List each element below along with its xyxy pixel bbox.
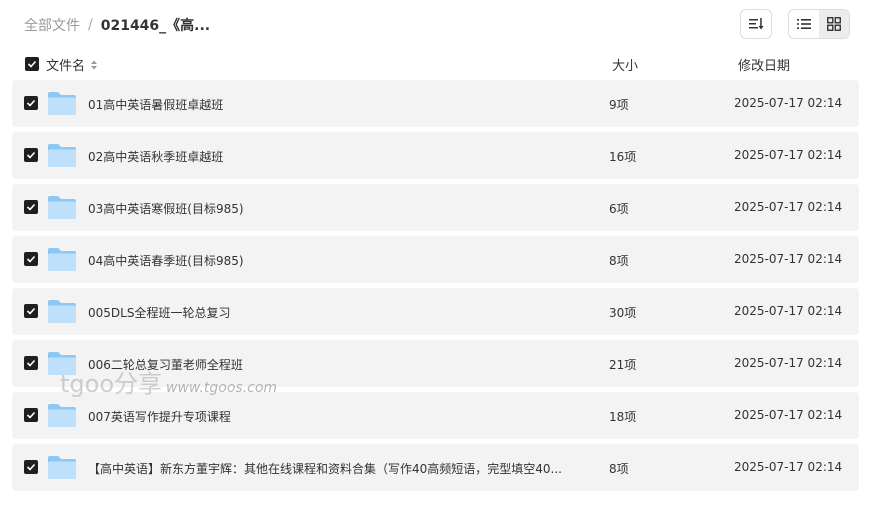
breadcrumb: 全部文件 / 021446_《高... (24, 15, 210, 35)
check-icon (27, 60, 37, 68)
file-row[interactable]: 04高中英语春季班(目标985) 8项 2025-07-17 02:14 (12, 236, 859, 283)
file-date: 2025-07-17 02:14 (734, 96, 843, 110)
folder-icon (47, 194, 77, 223)
file-size: 8项 (609, 462, 629, 476)
file-size: 16项 (609, 150, 637, 164)
file-date: 2025-07-17 02:14 (734, 252, 843, 266)
row-checkbox[interactable] (24, 96, 38, 110)
file-date: 2025-07-17 02:14 (734, 148, 843, 162)
check-icon (26, 99, 36, 107)
folder-icon (47, 402, 77, 431)
file-date: 2025-07-17 02:14 (734, 356, 843, 370)
row-checkbox[interactable] (24, 252, 38, 266)
check-icon (26, 151, 36, 159)
name-column-label: 文件名 (46, 59, 86, 74)
size-column-header[interactable]: 大小 (612, 55, 638, 74)
date-column-header[interactable]: 修改日期 (738, 55, 790, 74)
row-checkbox[interactable] (24, 408, 38, 422)
folder-icon (47, 298, 77, 327)
check-icon (26, 203, 36, 211)
file-name[interactable]: 007英语写作提升专项课程 (88, 408, 231, 425)
list-view-icon (797, 19, 811, 29)
file-name[interactable]: 【高中英语】新东方董宇辉：其他在线课程和资料合集（写作40高频短语，完型填空40… (88, 460, 562, 477)
file-name[interactable]: 03高中英语寒假班(目标985) (88, 200, 244, 217)
file-date: 2025-07-17 02:14 (734, 460, 843, 474)
file-name[interactable]: 02高中英语秋季班卓越班 (88, 148, 223, 165)
grid-view-icon (827, 17, 841, 31)
grid-view-button[interactable] (819, 10, 849, 38)
file-size: 18项 (609, 410, 637, 424)
file-row[interactable]: 【高中英语】新东方董宇辉：其他在线课程和资料合集（写作40高频短语，完型填空40… (12, 444, 859, 491)
check-icon (26, 463, 36, 471)
file-size: 21项 (609, 358, 637, 372)
breadcrumb-current: 021446_《高... (100, 18, 211, 34)
row-checkbox[interactable] (24, 304, 38, 318)
row-checkbox[interactable] (24, 148, 38, 162)
row-checkbox[interactable] (24, 356, 38, 370)
sort-button[interactable] (740, 9, 772, 39)
file-date: 2025-07-17 02:14 (734, 304, 843, 318)
file-name[interactable]: 04高中英语春季班(目标985) (88, 252, 244, 269)
sort-updown-icon (91, 60, 98, 69)
folder-icon (47, 454, 77, 483)
folder-icon (47, 90, 77, 119)
file-list: 01高中英语暑假班卓越班 9项 2025-07-17 02:14 02高中英语秋… (12, 80, 859, 496)
breadcrumb-root-link[interactable]: 全部文件 (24, 15, 80, 35)
select-all-checkbox[interactable] (25, 57, 39, 71)
file-row[interactable]: 02高中英语秋季班卓越班 16项 2025-07-17 02:14 (12, 132, 859, 179)
row-checkbox[interactable] (24, 200, 38, 214)
file-size: 6项 (609, 202, 629, 216)
file-row[interactable]: 01高中英语暑假班卓越班 9项 2025-07-17 02:14 (12, 80, 859, 127)
file-date: 2025-07-17 02:14 (734, 200, 843, 214)
list-view-button[interactable] (789, 10, 819, 38)
check-icon (26, 255, 36, 263)
file-row[interactable]: 03高中英语寒假班(目标985) 6项 2025-07-17 02:14 (12, 184, 859, 231)
name-column-header[interactable]: 文件名 (46, 55, 99, 74)
column-header: 文件名 大小 修改日期 (12, 50, 859, 78)
folder-icon (47, 142, 77, 171)
sort-list-icon (749, 18, 764, 30)
file-size: 30项 (609, 306, 637, 320)
view-toggle (788, 9, 850, 39)
check-icon (26, 411, 36, 419)
file-row[interactable]: 005DLS全程班一轮总复习 30项 2025-07-17 02:14 (12, 288, 859, 335)
file-name[interactable]: 006二轮总复习董老师全程班 (88, 356, 243, 373)
file-date: 2025-07-17 02:14 (734, 408, 843, 422)
file-size: 8项 (609, 254, 629, 268)
file-name[interactable]: 01高中英语暑假班卓越班 (88, 96, 223, 113)
row-checkbox[interactable] (24, 460, 38, 474)
top-bar: 全部文件 / 021446_《高... (0, 0, 874, 48)
file-row[interactable]: 007英语写作提升专项课程 18项 2025-07-17 02:14 (12, 392, 859, 439)
breadcrumb-separator: / (88, 17, 93, 33)
file-size: 9项 (609, 98, 629, 112)
file-row[interactable]: 006二轮总复习董老师全程班 21项 2025-07-17 02:14 (12, 340, 859, 387)
folder-icon (47, 246, 77, 275)
folder-icon (47, 350, 77, 379)
check-icon (26, 359, 36, 367)
file-name[interactable]: 005DLS全程班一轮总复习 (88, 304, 230, 321)
check-icon (26, 307, 36, 315)
